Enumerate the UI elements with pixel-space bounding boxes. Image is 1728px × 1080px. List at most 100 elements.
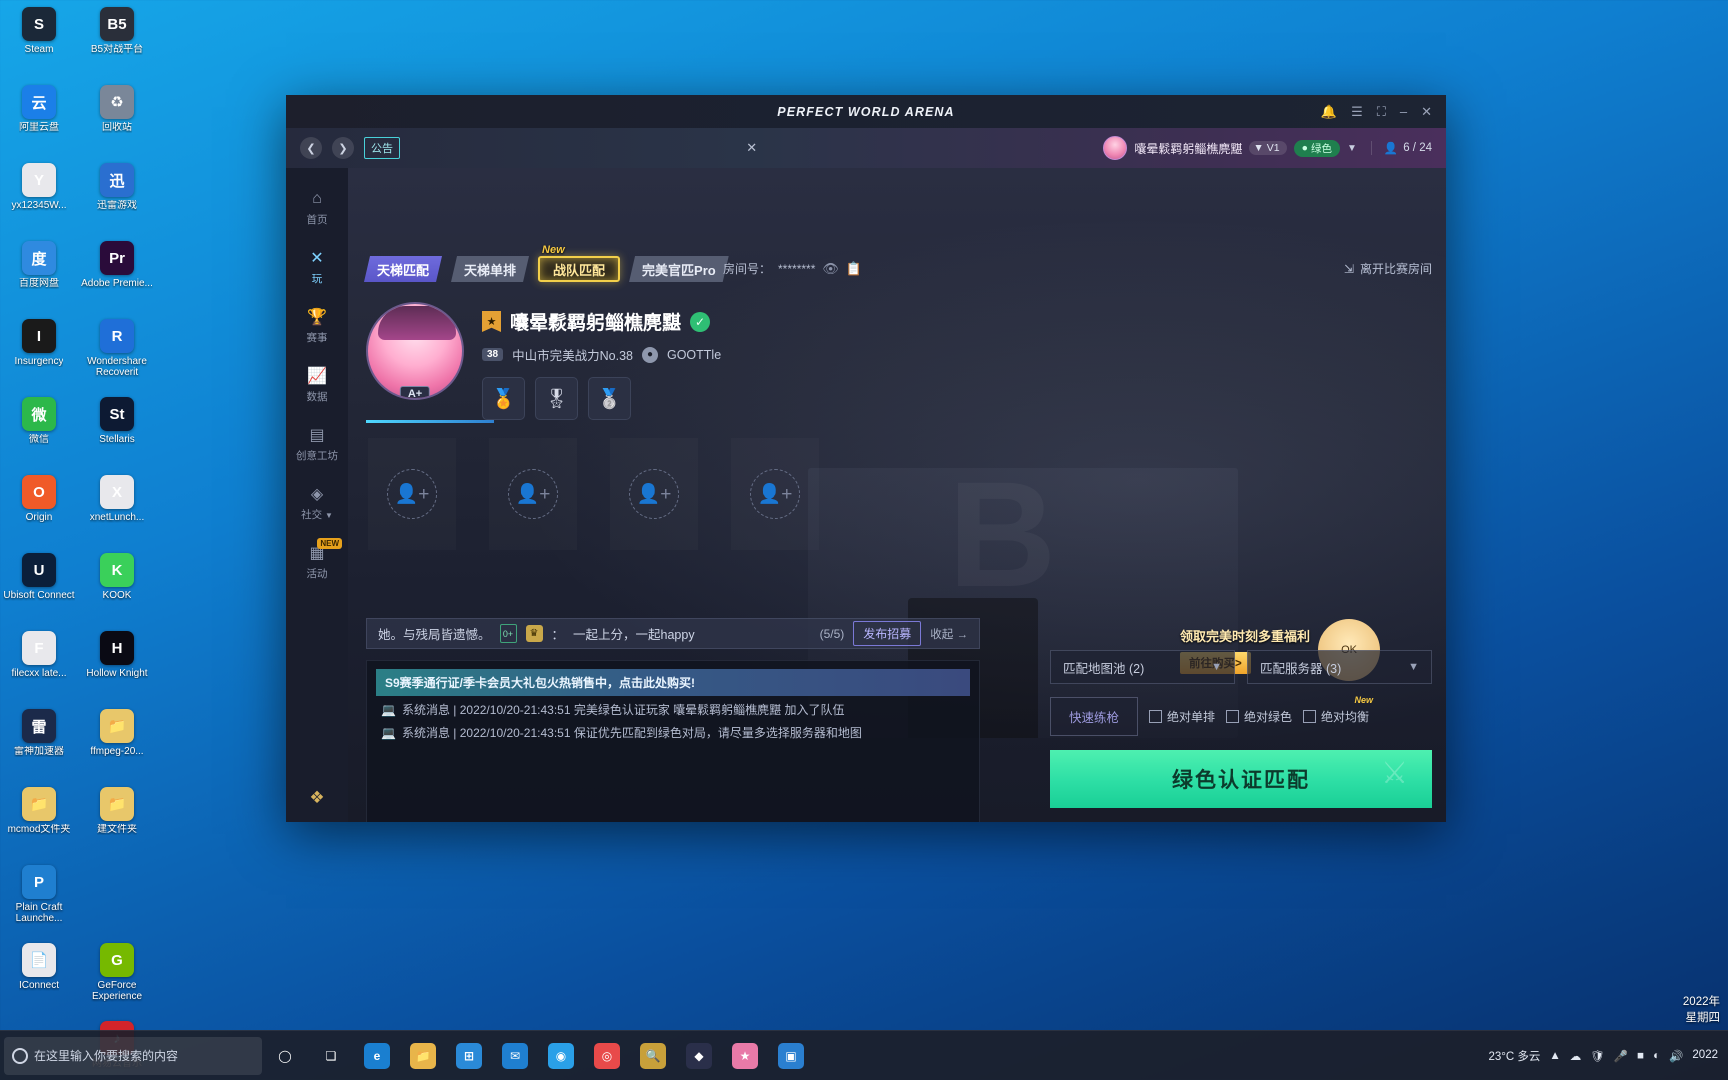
desktop-icon-22[interactable]: P Plain Craft Launche... (0, 862, 78, 940)
eye-off-icon[interactable]: 👁 (822, 261, 839, 277)
close-icon[interactable]: ✕ (1421, 104, 1432, 120)
player-avatar[interactable]: A+ (366, 302, 464, 400)
sidebar-item-1[interactable]: ✕ 玩 (286, 237, 348, 296)
sidebar-item-2[interactable]: 🏆 赛事 (286, 296, 348, 355)
checkbox-1[interactable]: 绝对绿色 (1226, 708, 1292, 725)
nav-back-button[interactable]: ❮ (300, 137, 322, 159)
medal-gold[interactable]: 🏅 (482, 377, 525, 420)
sidebar-item-label: 赛事 (306, 332, 328, 344)
minimize-icon[interactable]: – (1400, 104, 1407, 119)
weather-widget[interactable]: 23°C 多云 (1488, 1048, 1540, 1064)
taskbar-file-explorer[interactable]: 📁 (400, 1033, 446, 1079)
mode-tab-0[interactable]: 天梯匹配 (364, 256, 442, 282)
mic-icon[interactable]: 🎤 (1614, 1049, 1628, 1063)
desktop-icon-25[interactable]: G GeForce Experience (78, 940, 156, 1018)
mode-tab-1[interactable]: 天梯单排 (451, 256, 529, 282)
desktop-icon-1[interactable]: B5 B5对战平台 (78, 4, 156, 82)
taskbar-arena-app[interactable]: ◆ (676, 1033, 722, 1079)
empty-slot-3[interactable]: 👤+ (610, 438, 698, 550)
mode-tab-3[interactable]: New完美官匹Pro (629, 256, 729, 282)
nav-close-icon[interactable]: ✕ (746, 140, 757, 156)
checkbox-0[interactable]: 绝对单排 (1149, 708, 1215, 725)
bell-icon[interactable]: 🔔 (1321, 104, 1337, 120)
desktop-icon-3[interactable]: ♻ 回收站 (78, 82, 156, 160)
screenshot-icon[interactable]: ⛶ (1377, 104, 1386, 120)
publish-recruit-button[interactable]: 发布招募 (853, 621, 922, 646)
battery-icon[interactable]: ■ (1637, 1050, 1644, 1062)
desktop-icon-14[interactable]: U Ubisoft Connect (0, 550, 78, 628)
sidebar-item-4[interactable]: ▤ 创意工坊 (286, 414, 348, 473)
taskbar-store[interactable]: ⊞ (446, 1033, 492, 1079)
empty-slot-4[interactable]: 👤+ (731, 438, 819, 550)
desktop-icon-6[interactable]: 度百度网盘 (0, 238, 78, 316)
empty-slot-2[interactable]: 👤+ (489, 438, 577, 550)
desktop-icon-2[interactable]: 云阿里云盘 (0, 82, 78, 160)
taskbar-clock[interactable]: 2022 (1692, 1048, 1718, 1063)
desktop-icon-16[interactable]: Ffilecxx late... (0, 628, 78, 706)
chevron-down-icon[interactable]: ▼ (1347, 143, 1357, 154)
desktop-icon-4[interactable]: Yyx12345W... (0, 160, 78, 238)
medal-silver[interactable]: 🥈 (588, 377, 631, 420)
taskbar-anime-app[interactable]: ★ (722, 1033, 768, 1079)
desktop-icon-10[interactable]: 微微信 (0, 394, 78, 472)
sidebar-item-3[interactable]: 📈 数据 (286, 355, 348, 414)
desktop-icon-5[interactable]: 迅迅雷游戏 (78, 160, 156, 238)
announcement-tab[interactable]: 公告 (364, 137, 400, 159)
map-pool-select[interactable]: 匹配地图池 (2) ▼ (1050, 650, 1235, 684)
diamond-icon[interactable]: ❖ (309, 788, 324, 808)
desktop-icon-17[interactable]: H Hollow Knight (78, 628, 156, 706)
copy-icon[interactable]: 📋 (846, 261, 862, 277)
taskbar-task-view[interactable]: ❏ (308, 1033, 354, 1079)
taskbar-mail[interactable]: ✉ (492, 1033, 538, 1079)
empty-slot-1[interactable]: 👤+ (368, 438, 456, 550)
app-icon: 度 (22, 241, 56, 275)
server-select[interactable]: 匹配服务器 (3) ▼ (1247, 650, 1432, 684)
practice-button[interactable]: 快速练枪 (1050, 697, 1139, 736)
add-player-icon: 👤+ (750, 469, 800, 519)
chevron-badge-icon: ▼ (1253, 142, 1264, 154)
taskbar-blue-app[interactable]: ▣ (768, 1033, 814, 1079)
leave-room-button[interactable]: ⇲ 离开比赛房间 (1344, 260, 1432, 277)
nav-user[interactable]: 囔晕鬏羁躬鲻樵麂黮 ▼ V1 ● 绿色 ▼ (1103, 136, 1357, 160)
signal-icon[interactable]: ☰ (1351, 104, 1363, 120)
desktop-icon-19[interactable]: 📁 ffmpeg-20... (78, 706, 156, 784)
taskbar-browser[interactable]: ◉ (538, 1033, 584, 1079)
desktop-icon-9[interactable]: R Wondershare Recoverit (78, 316, 156, 394)
checkbox-2[interactable]: 绝对均衡 New (1303, 695, 1373, 725)
fold-recruit-button[interactable]: 收起 → (930, 626, 968, 642)
desktop-icon-24[interactable]: 📄 IConnect (0, 940, 78, 1018)
sidebar-item-6[interactable]: ▦ 活动 NEW (286, 532, 348, 591)
desktop-icon-20[interactable]: 📁 mcmod文件夹 (0, 784, 78, 862)
onedrive-icon[interactable]: ☁ (1570, 1049, 1582, 1063)
taskbar-search-tool[interactable]: 🔍 (630, 1033, 676, 1079)
desktop-icon-13[interactable]: XxnetLunch... (78, 472, 156, 550)
sidebar-item-0[interactable]: ⌂ 首页 (286, 178, 348, 237)
nav-forward-button[interactable]: ❯ (332, 137, 354, 159)
new-badge: New (542, 244, 565, 256)
desktop-icon-21[interactable]: 📁 建文件夹 (78, 784, 156, 862)
desktop-icon-12[interactable]: O Origin (0, 472, 78, 550)
desktop-icon-11[interactable]: St Stellaris (78, 394, 156, 472)
chevron-up-icon[interactable]: ▲ (1549, 1050, 1560, 1062)
desktop-icon-7[interactable]: Pr Adobe Premie... (78, 238, 156, 316)
mode-tab-label: 天梯匹配 (377, 262, 430, 278)
chat-promo-banner[interactable]: S9赛季通行证/季卡会员大礼包火热销售中，点击此处购买! (376, 669, 970, 696)
desktop-icon-18[interactable]: 雷雷神加速器 (0, 706, 78, 784)
taskbar-maps[interactable]: ◎ (584, 1033, 630, 1079)
mode-tab-2[interactable]: New 战队匹配 (538, 244, 621, 282)
desktop-icon-15[interactable]: K KOOK (78, 550, 156, 628)
medal-rank[interactable]: 🎖 (535, 377, 578, 420)
taskbar-cortana[interactable]: ◯ (262, 1033, 308, 1079)
green-certification-badge: ● 绿色 (1293, 139, 1340, 157)
cortana-icon: ◯ (278, 1048, 292, 1063)
shield-icon[interactable]: 🛡 (1590, 1049, 1605, 1063)
start-match-button[interactable]: 绿色认证匹配 ⚔ (1050, 750, 1432, 808)
search-input[interactable]: 在这里输入你要搜索的内容 (4, 1036, 262, 1075)
sidebar-item-5[interactable]: ◈ 社交 ▼ (286, 473, 348, 532)
desktop-icon-0[interactable]: S Steam (0, 4, 78, 82)
desktop-icon-label: 百度网盘 (19, 278, 59, 289)
desktop-icon-8[interactable]: I Insurgency (0, 316, 78, 394)
network-icon[interactable]: ◐ (1653, 1050, 1660, 1062)
taskbar-edge[interactable]: e (354, 1033, 400, 1079)
volume-icon[interactable]: 🔊 (1669, 1049, 1683, 1063)
